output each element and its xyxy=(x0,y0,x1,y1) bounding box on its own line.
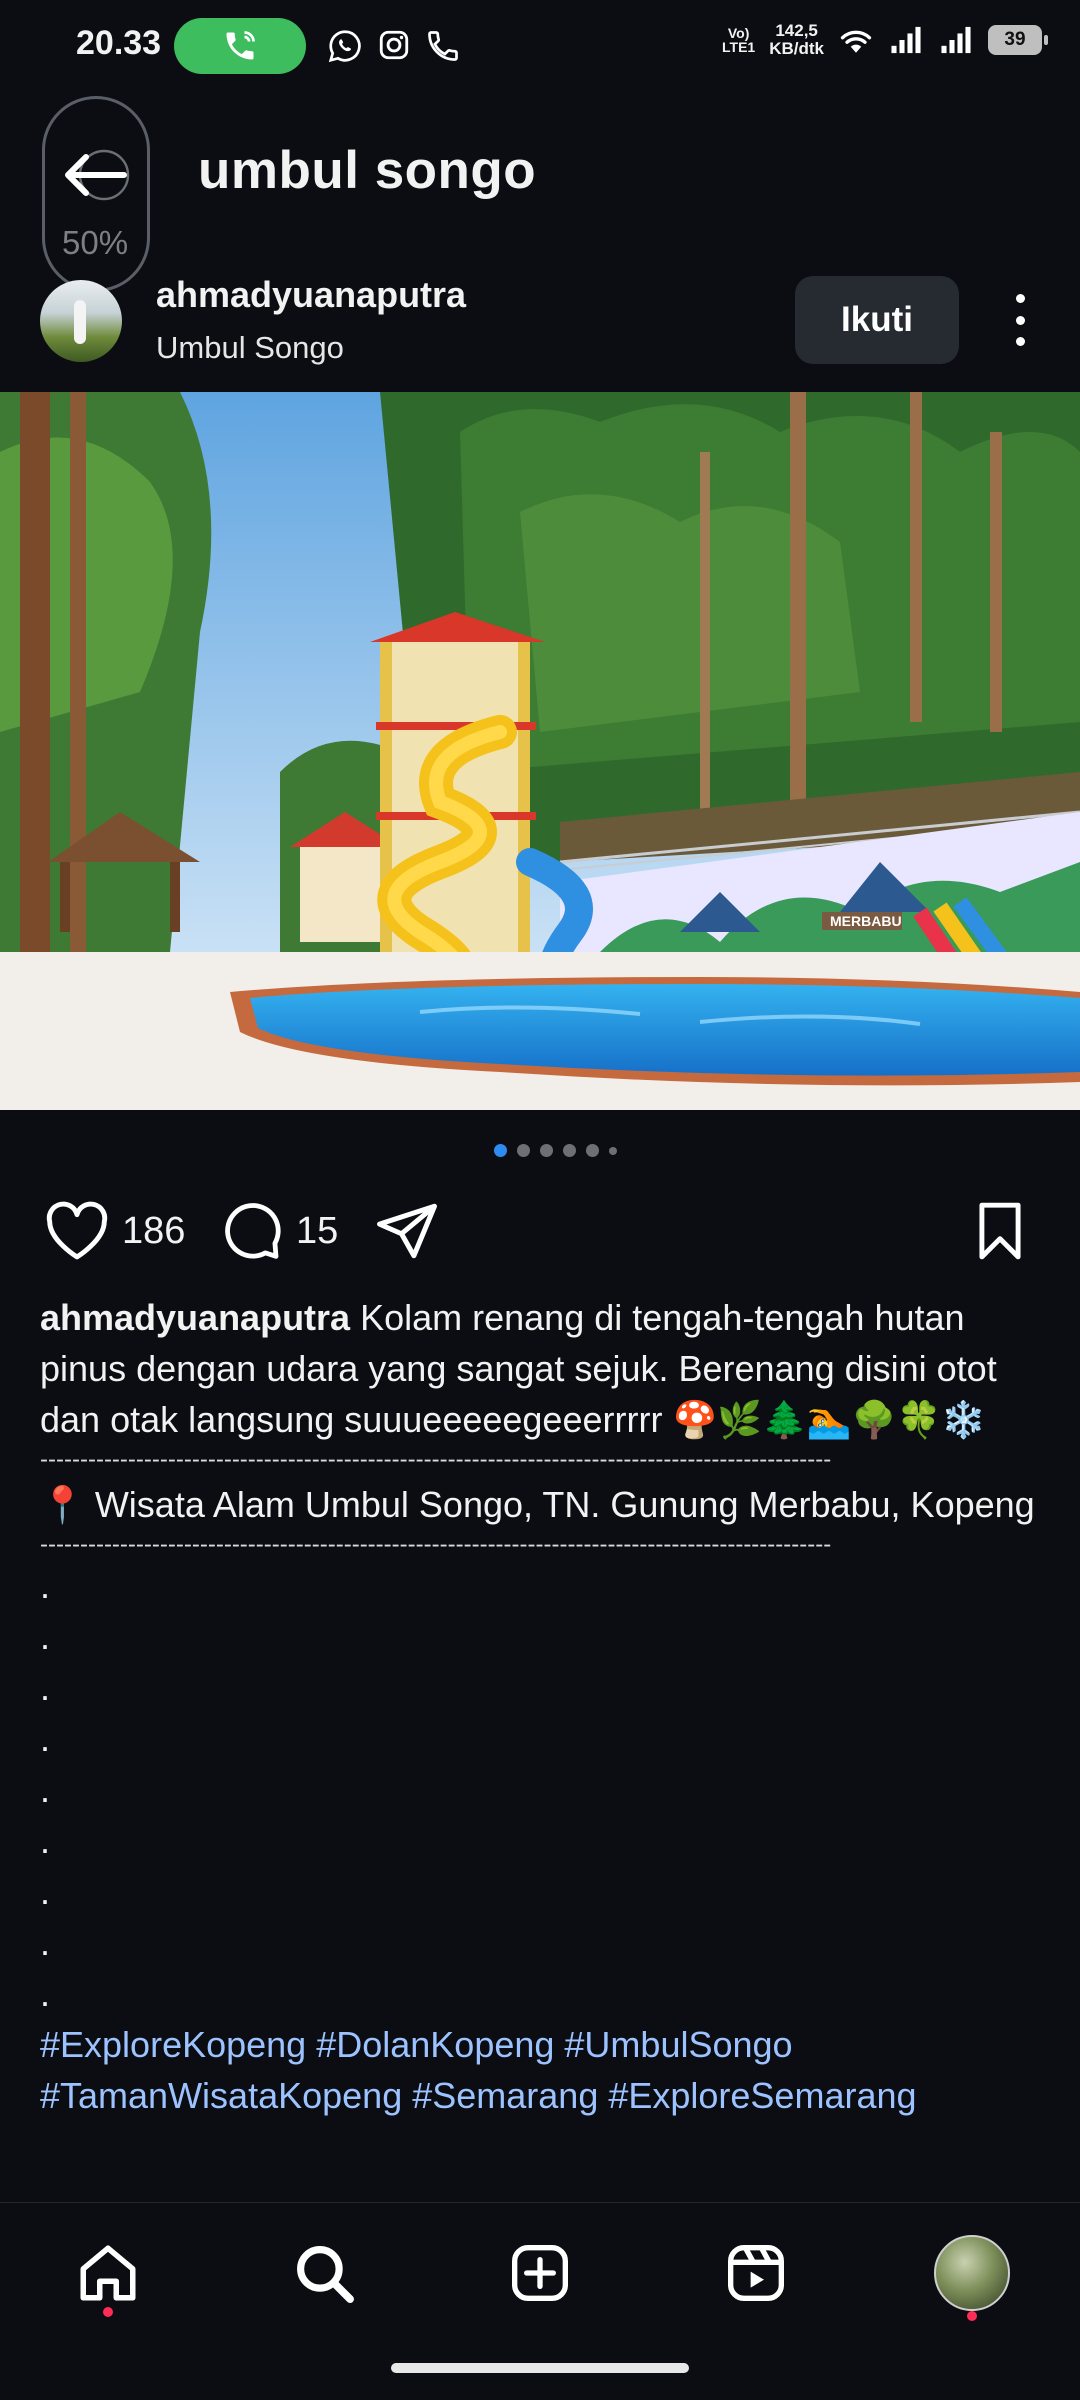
carousel-dot xyxy=(540,1144,553,1157)
share-action[interactable] xyxy=(374,1196,440,1266)
caption-dot-line: . xyxy=(40,1871,51,1912)
nav-search[interactable] xyxy=(284,2233,364,2313)
hashtags-line[interactable]: #ExploreKopeng #DolanKopeng #UmbulSongo xyxy=(40,2019,1050,2070)
post-author-avatar[interactable] xyxy=(40,280,122,362)
post-author-username[interactable]: ahmadyuanaputra xyxy=(156,274,466,316)
search-icon xyxy=(297,2246,354,2303)
comment-icon[interactable] xyxy=(220,1199,284,1263)
caption-dot-line: . xyxy=(40,1820,51,1861)
caption-dot-line: . xyxy=(40,1973,51,2014)
network-type: Vo) LTE1 xyxy=(722,25,756,55)
like-count[interactable]: 186 xyxy=(122,1210,185,1253)
caption-dot-line: . xyxy=(40,1565,51,1606)
waterpark-photo-illustration: MERBABU xyxy=(0,392,1080,1110)
nav-create[interactable] xyxy=(500,2233,580,2313)
heart-icon[interactable] xyxy=(44,1201,110,1261)
caption-dot-line: . xyxy=(40,1922,51,1963)
nav-profile[interactable] xyxy=(932,2233,1012,2321)
carousel-dot xyxy=(517,1144,530,1157)
mural-sign-text: MERBABU xyxy=(830,913,902,929)
reels-icon xyxy=(728,2245,784,2301)
comment-count[interactable]: 15 xyxy=(296,1210,338,1253)
caption-dot-line: . xyxy=(40,1769,51,1810)
carousel-indicator xyxy=(494,1144,617,1157)
phone-icon xyxy=(428,31,458,61)
bottom-navigation xyxy=(0,2202,1080,2333)
post-photo[interactable]: MERBABU xyxy=(0,392,1080,1110)
hashtags-line[interactable]: #TamanWisataKopeng #Semarang #ExploreSem… xyxy=(40,2070,1050,2121)
home-indicator[interactable] xyxy=(391,2363,689,2373)
zoom-percent-label: 50% xyxy=(62,224,129,261)
save-action[interactable] xyxy=(972,1196,1028,1266)
more-dot xyxy=(1015,294,1025,303)
more-dot xyxy=(1015,337,1025,346)
status-time: 20.33 xyxy=(76,24,162,62)
back-arrow-icon xyxy=(65,149,130,201)
status-bar: 20.33 Vo) LTE1 142,5 KB/dtk 39 xyxy=(0,0,1080,96)
signal-icon-2 xyxy=(941,26,971,54)
follow-button[interactable]: Ikuti xyxy=(795,276,959,364)
add-icon xyxy=(512,2245,568,2301)
wifi-icon xyxy=(840,30,872,53)
whatsapp-icon xyxy=(328,30,361,63)
caption-separator: ----------------------------------------… xyxy=(40,1531,832,1558)
battery-icon: 39 xyxy=(988,25,1048,55)
carousel-dot xyxy=(563,1144,576,1157)
carousel-dot-active xyxy=(494,1144,507,1157)
bookmark-icon[interactable] xyxy=(972,1200,1028,1262)
like-action[interactable]: 186 xyxy=(44,1196,185,1266)
network-speed: 142,5 KB/dtk xyxy=(769,21,824,58)
post-location[interactable]: Umbul Songo xyxy=(156,330,344,366)
caption-separator: ----------------------------------------… xyxy=(40,1446,832,1473)
back-button[interactable] xyxy=(46,140,146,210)
status-right-group: Vo) LTE1 142,5 KB/dtk 39 xyxy=(722,21,1048,58)
caption-dot-line: . xyxy=(40,1667,51,1708)
caption-dot-line: . xyxy=(40,1616,51,1657)
caption-username[interactable]: ahmadyuanaputra xyxy=(40,1297,350,1338)
caption-dot-line: . xyxy=(40,1718,51,1759)
caption-location-line: 📍 Wisata Alam Umbul Songo, TN. Gunung Me… xyxy=(40,1484,1035,1525)
notification-dot xyxy=(103,2307,113,2317)
share-icon[interactable] xyxy=(374,1200,440,1262)
more-dot xyxy=(1015,315,1025,325)
phone-call-icon xyxy=(226,31,255,60)
comment-action[interactable]: 15 xyxy=(220,1196,338,1266)
carousel-dot xyxy=(586,1144,599,1157)
nav-home[interactable] xyxy=(68,2233,148,2317)
signal-icon xyxy=(891,26,921,54)
ongoing-call-pill[interactable] xyxy=(174,18,306,74)
caption-text: ahmadyuanaputra Kolam renang di tengah-t… xyxy=(40,1292,1050,1445)
page-title: umbul songo xyxy=(198,141,537,200)
profile-avatar xyxy=(934,2235,1010,2311)
nav-reels[interactable] xyxy=(716,2233,796,2313)
notification-dot xyxy=(967,2311,977,2321)
post-caption: ahmadyuanaputra Kolam renang di tengah-t… xyxy=(40,1292,1050,2121)
more-options-button[interactable] xyxy=(1006,294,1034,346)
instagram-icon xyxy=(379,30,409,60)
carousel-dot xyxy=(609,1146,617,1155)
home-icon xyxy=(80,2245,136,2301)
